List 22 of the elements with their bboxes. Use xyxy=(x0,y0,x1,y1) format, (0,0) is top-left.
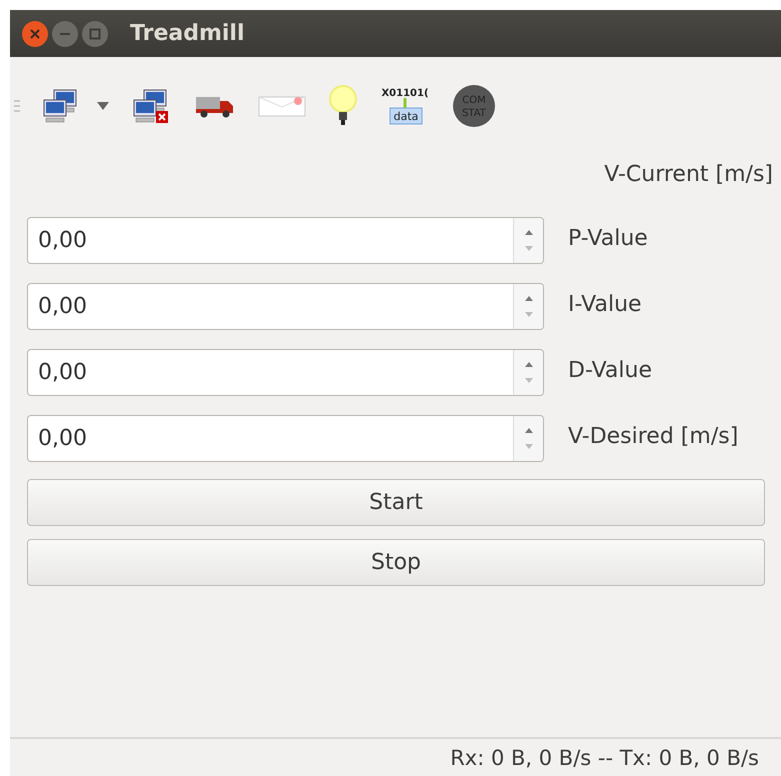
spin-up-icon[interactable] xyxy=(524,428,532,433)
field-label: P-Value xyxy=(568,226,648,251)
status-bar: Rx: 0 B, 0 B/s -- Tx: 0 B, 0 B/s xyxy=(10,737,781,776)
window-title: Treadmill xyxy=(130,21,245,46)
field-label: I-Value xyxy=(568,292,642,317)
truck-icon[interactable] xyxy=(194,94,236,118)
maximize-button[interactable] xyxy=(82,20,108,46)
field-label: V-Desired [m/s] xyxy=(568,424,738,449)
close-button[interactable] xyxy=(22,20,48,46)
minimize-button[interactable] xyxy=(52,20,78,46)
dropdown-arrow-icon[interactable] xyxy=(96,101,110,111)
field-label: D-Value xyxy=(568,358,652,383)
lightbulb-icon[interactable] xyxy=(328,84,358,128)
spin-up-icon[interactable] xyxy=(524,362,532,367)
action-button[interactable]: Stop xyxy=(27,539,765,586)
action-button[interactable]: Start xyxy=(27,479,765,526)
maximize-icon xyxy=(89,28,101,40)
spin-up-icon[interactable] xyxy=(524,230,532,235)
close-icon xyxy=(29,28,41,40)
spin-up-icon[interactable] xyxy=(524,296,532,301)
toolbar-grip-icon[interactable] xyxy=(14,99,20,113)
v-current-label: V-Current [m/s] xyxy=(604,161,773,189)
